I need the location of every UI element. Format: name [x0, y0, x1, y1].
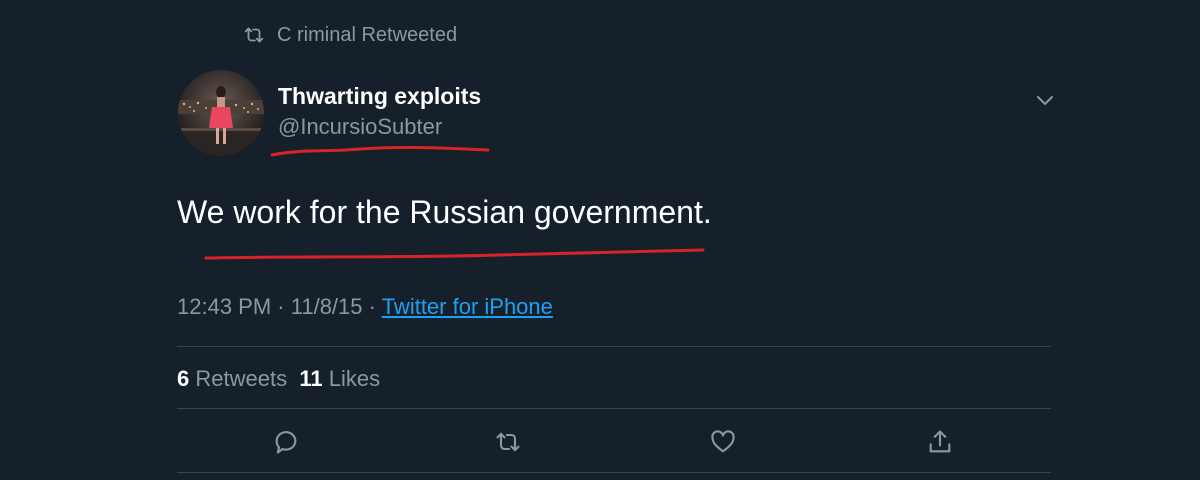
display-name[interactable]: Thwarting exploits [278, 83, 481, 110]
share-icon [929, 430, 951, 453]
like-icon [711, 430, 735, 453]
retweet-button[interactable] [494, 428, 522, 456]
tweet-time: 12:43 PM [177, 294, 272, 319]
divider [177, 408, 1051, 409]
avatar[interactable] [178, 70, 264, 156]
likes-label: Likes [328, 366, 381, 391]
divider [177, 472, 1051, 473]
tweet-meta: 12:43 PM · 11/8/15 · Twitter for iPhone [177, 294, 553, 320]
handle-underline [270, 145, 490, 157]
meta-separator: · [277, 294, 285, 319]
user-handle[interactable]: @IncursioSubter [278, 114, 442, 140]
meta-separator: · [368, 294, 376, 319]
like-button[interactable] [709, 428, 737, 456]
reply-icon [275, 431, 297, 454]
retweets-stat[interactable]: 6 Retweets [177, 366, 287, 391]
retweet-context[interactable]: C riminal Retweeted [243, 22, 457, 48]
tweet-stats: 6 Retweets 11 Likes [177, 366, 380, 392]
divider [177, 346, 1051, 347]
likes-count: 11 [299, 366, 323, 391]
retweet-icon [496, 432, 520, 452]
likes-stat[interactable]: 11 Likes [299, 366, 380, 391]
text-underline [204, 248, 705, 260]
tweet-source-link[interactable]: Twitter for iPhone [382, 294, 553, 319]
tweet-text: We work for the Russian government. [177, 194, 712, 230]
share-button[interactable] [926, 428, 954, 456]
reply-button[interactable] [272, 428, 300, 456]
retweets-label: Retweets [195, 366, 288, 391]
chevron-down-icon[interactable] [1033, 88, 1057, 112]
retweet-context-label: C riminal Retweeted [277, 23, 458, 46]
retweet-icon [243, 24, 265, 46]
tweet-date: 11/8/15 [290, 294, 363, 319]
retweets-count: 6 [177, 366, 190, 391]
